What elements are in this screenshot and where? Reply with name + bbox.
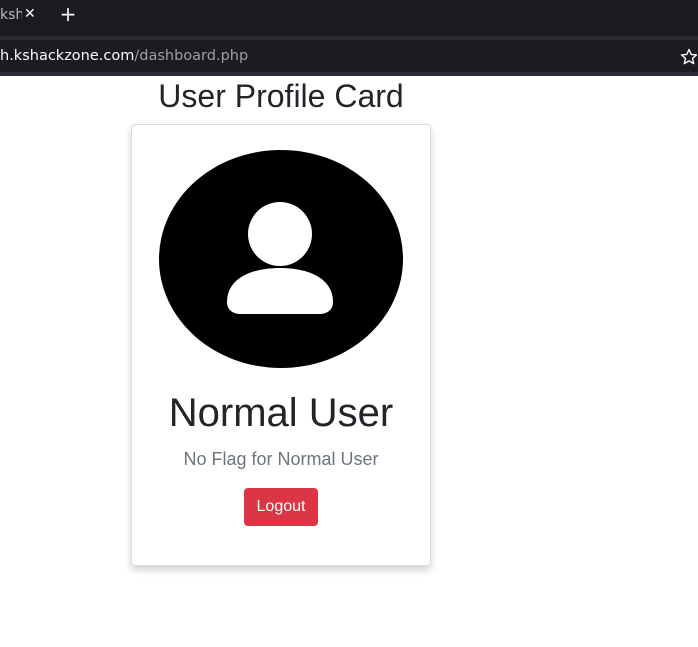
page-content: User Profile Card Normal User No Flag fo…	[0, 76, 698, 647]
logout-button[interactable]: Logout	[244, 488, 318, 526]
tab-title: ksh	[0, 7, 22, 23]
page-title: User Profile Card	[158, 78, 404, 114]
url-bar[interactable]: h.kshackzone.com/dashboard.php	[0, 40, 698, 72]
plus-icon[interactable]: +	[58, 4, 78, 26]
user-name: Normal User	[168, 391, 394, 435]
close-icon[interactable]: ✕	[24, 0, 36, 28]
url-path: /dashboard.php	[134, 48, 249, 64]
url-host: h.kshackzone.com	[0, 48, 135, 64]
star-icon[interactable]	[680, 48, 698, 66]
url-text[interactable]: h.kshackzone.com/dashboard.php	[0, 40, 248, 72]
user-subtitle: No Flag for Normal User	[183, 449, 379, 469]
browser-tab-bar: ksh ✕ +	[0, 0, 698, 32]
user-avatar-icon	[159, 150, 403, 368]
profile-card: Normal User No Flag for Normal User Logo…	[131, 124, 431, 566]
browser-tab[interactable]: ksh ✕	[0, 0, 42, 32]
browser-toolbar: h.kshackzone.com/dashboard.php	[0, 32, 698, 76]
